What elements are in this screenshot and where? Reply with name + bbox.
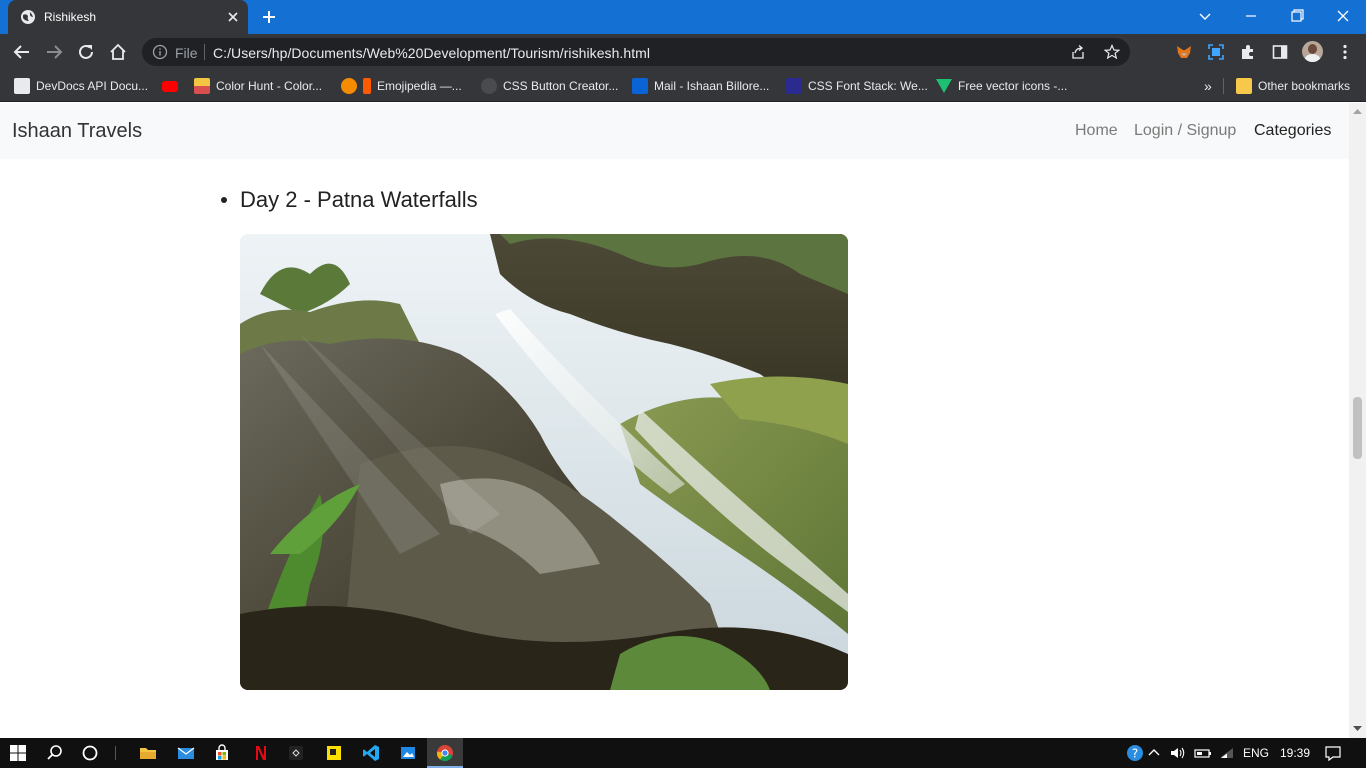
bookmark-outlook-mail[interactable]: Mail - Ishaan Billore...: [632, 77, 769, 95]
itinerary-day-heading: Day 2 - Patna Waterfalls: [240, 187, 478, 212]
battery-icon[interactable]: [1193, 743, 1213, 763]
emojipedia-badge-icon: [363, 78, 371, 94]
reload-icon[interactable]: [76, 42, 96, 62]
browser-tab-strip: Rishikesh: [0, 0, 1366, 34]
chrome-icon[interactable]: [435, 743, 455, 763]
bookmark-css-button-creator[interactable]: CSS Button Creator...: [481, 77, 618, 95]
browser-tab-rishikesh[interactable]: Rishikesh: [8, 0, 248, 34]
bookmark-label: CSS Button Creator...: [503, 79, 619, 93]
emojipedia-icon: [341, 78, 357, 94]
bookmark-label: CSS Font Stack: We...: [808, 79, 928, 93]
volume-icon[interactable]: [1168, 743, 1188, 763]
address-scheme-label: File: [175, 45, 198, 61]
svg-text:?: ?: [1132, 747, 1138, 761]
file-explorer-icon[interactable]: [138, 743, 158, 763]
info-icon[interactable]: [152, 44, 168, 60]
netflix-icon[interactable]: [250, 743, 270, 763]
bookmark-label: Color Hunt - Color...: [216, 79, 323, 93]
minimize-icon[interactable]: [1237, 4, 1265, 28]
address-bar[interactable]: File C:/Users/hp/Documents/Web%20Develop…: [142, 38, 1130, 66]
star-icon[interactable]: [1104, 44, 1120, 60]
windows-taskbar: ? ENG 19:39: [0, 738, 1366, 768]
page-scrollbar[interactable]: [1349, 103, 1366, 738]
bookmark-emojipedia[interactable]: Emojipedia —...: [341, 77, 462, 95]
bookmarks-overflow-button[interactable]: »: [1204, 77, 1212, 95]
close-window-icon[interactable]: [1329, 4, 1357, 28]
nav-link-login-signup[interactable]: Login / Signup: [1134, 122, 1236, 140]
clock-time[interactable]: 19:39: [1280, 746, 1310, 760]
site-brand[interactable]: Ishaan Travels: [12, 120, 142, 143]
nav-link-home[interactable]: Home: [1075, 122, 1118, 140]
screenshot-extension-icon[interactable]: [1207, 43, 1225, 61]
itinerary-list-item: Day 2 - Patna Waterfalls: [221, 187, 478, 213]
tab-search-icon[interactable]: [1191, 4, 1219, 28]
bookmark-label: Free vector icons -...: [958, 79, 1068, 93]
close-icon[interactable]: [224, 8, 242, 26]
devdocs-icon: [14, 78, 30, 94]
taskbar-divider: [115, 746, 116, 760]
bookmarks-bar: DevDocs API Docu... Color Hunt - Color..…: [0, 70, 1366, 102]
windows-start-icon[interactable]: [8, 743, 28, 763]
globe-icon: [21, 10, 35, 24]
page-viewport: Ishaan Travels Home Login / Signup Categ…: [0, 103, 1349, 738]
gear-icon: [481, 78, 497, 94]
bookmark-flaticon[interactable]: Free vector icons -...: [936, 77, 1067, 95]
photos-app-icon[interactable]: [398, 743, 418, 763]
share-icon[interactable]: [1070, 44, 1086, 60]
store-icon[interactable]: [212, 743, 232, 763]
waterfall-photo: [240, 234, 848, 690]
overflow-chevron-icon: »: [1204, 78, 1212, 94]
metamask-icon[interactable]: [1175, 43, 1193, 61]
menu-kebab-icon[interactable]: [1336, 43, 1354, 61]
search-icon[interactable]: [45, 743, 65, 763]
browser-toolbar: File C:/Users/hp/Documents/Web%20Develop…: [0, 34, 1366, 70]
bookmark-colorhunt[interactable]: Color Hunt - Color...: [194, 77, 322, 95]
youtube-icon: [162, 80, 178, 92]
bookmark-devdocs[interactable]: DevDocs API Docu...: [14, 77, 148, 95]
scroll-up-arrow-icon[interactable]: [1353, 107, 1362, 115]
bookmark-label: Mail - Ishaan Billore...: [654, 79, 770, 93]
bookmarks-divider: [1223, 78, 1224, 94]
tab-title: Rishikesh: [44, 10, 97, 24]
profile-avatar[interactable]: [1302, 41, 1323, 62]
cortana-icon[interactable]: [80, 743, 100, 763]
notifications-icon[interactable]: [1323, 743, 1343, 763]
site-navbar: Ishaan Travels Home Login / Signup Categ…: [0, 103, 1349, 159]
bookmark-label: Emojipedia —...: [377, 79, 462, 93]
unity-hub-icon[interactable]: [286, 743, 306, 763]
scroll-down-arrow-icon[interactable]: [1353, 725, 1362, 733]
side-panel-icon[interactable]: [1271, 43, 1289, 61]
chevron-up-icon[interactable]: [1144, 743, 1164, 763]
new-tab-icon[interactable]: [260, 8, 278, 26]
sticky-notes-icon[interactable]: [324, 743, 344, 763]
folder-icon: [1236, 78, 1252, 94]
cssfontstack-icon: [786, 78, 802, 94]
extensions-puzzle-icon[interactable]: [1239, 43, 1257, 61]
waterfall-image: [240, 234, 848, 690]
forward-icon[interactable]: [44, 42, 64, 62]
address-separator: [204, 44, 205, 60]
nav-link-categories[interactable]: Categories: [1254, 122, 1331, 140]
home-icon[interactable]: [108, 42, 128, 62]
restore-icon[interactable]: [1283, 4, 1311, 28]
vscode-icon[interactable]: [361, 743, 381, 763]
scrollbar-thumb[interactable]: [1353, 397, 1362, 459]
mail-icon[interactable]: [176, 743, 196, 763]
colorhunt-icon: [194, 78, 210, 94]
back-icon[interactable]: [12, 42, 32, 62]
bookmark-css-font-stack[interactable]: CSS Font Stack: We...: [786, 77, 928, 95]
bookmark-label: DevDocs API Docu...: [36, 79, 149, 93]
language-indicator[interactable]: ENG: [1243, 746, 1269, 760]
address-url[interactable]: C:/Users/hp/Documents/Web%20Development/…: [213, 45, 650, 61]
help-icon[interactable]: ?: [1125, 743, 1145, 763]
bookmark-youtube[interactable]: [162, 77, 178, 95]
flaticon-icon: [936, 79, 952, 93]
outlook-icon: [632, 78, 648, 94]
wifi-icon[interactable]: [1218, 743, 1238, 763]
bookmark-label: Other bookmarks: [1258, 79, 1351, 93]
bookmark-other-bookmarks[interactable]: Other bookmarks: [1236, 77, 1350, 95]
list-bullet: [221, 197, 227, 203]
